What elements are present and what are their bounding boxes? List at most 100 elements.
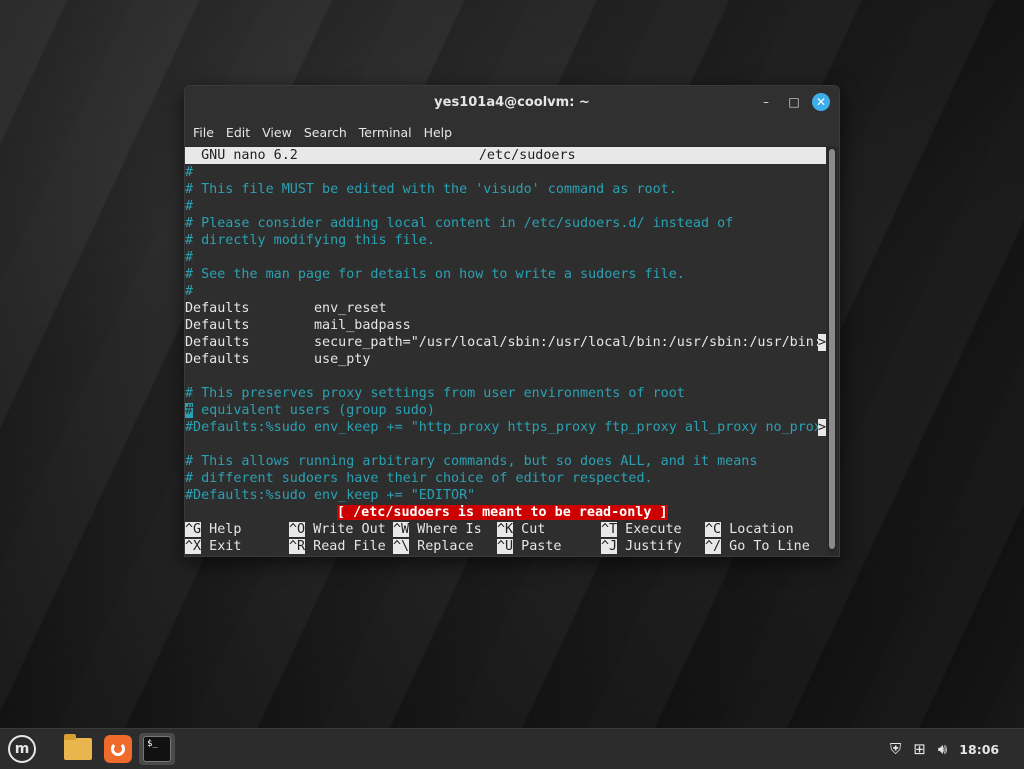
shortcut-label: Exit (201, 539, 242, 554)
shortcut-label: Read File (305, 539, 386, 554)
shortcut-label: Paste (513, 539, 562, 554)
line-text: # different sudoers have their choice of… (185, 471, 653, 486)
maximize-button[interactable]: □ (785, 93, 803, 111)
shortcut-label: Help (201, 522, 242, 537)
minimize-button[interactable]: – (757, 93, 775, 111)
terminal-content[interactable]: GNU nano 6.2/etc/sudoers # # This file MU… (185, 147, 826, 556)
shortcut-key: ^G (185, 522, 202, 537)
editor-buffer[interactable]: # # This file MUST be edited with the 'vi… (185, 164, 826, 504)
mint-menu-button[interactable]: m (4, 733, 40, 765)
shortcut-key: ^O (289, 522, 306, 537)
shortcut-row-1: ^G Help ^O Write Out ^W Where Is ^K Cut ^T E… (185, 521, 826, 538)
line-text: # (185, 284, 194, 299)
shortcut-item: ^/ Go To Line (705, 538, 810, 555)
line-text: # directly modifying this file. (185, 233, 435, 248)
terminal-window[interactable]: yes101a4@coolvm: ~ – □ ✕ File Edit View … (184, 85, 840, 557)
shortcut-item: ^T Execute (601, 521, 705, 538)
clock[interactable]: 18:06 (959, 742, 999, 757)
editor-line: #Defaults:%sudo env_keep += "EDITOR" (185, 487, 826, 504)
menu-search[interactable]: Search (298, 125, 353, 140)
files-launcher[interactable] (60, 733, 96, 765)
menu-edit[interactable]: Edit (220, 125, 256, 140)
editor-line: Defaults env_reset (185, 300, 826, 317)
shortcut-item: ^W Where Is (393, 521, 497, 538)
editor-line: Defaults use_pty (185, 351, 826, 368)
line-text: Defaults use_pty (185, 352, 371, 367)
editor-line: # (185, 283, 826, 300)
taskbar: m $_ ⛨ ⊞ 🔊︎ 18:06 (0, 728, 1024, 769)
volume-icon[interactable]: 🔊︎ (938, 740, 947, 758)
terminal-scrollbar[interactable] (828, 147, 836, 552)
line-text: Defaults mail_badpass (185, 318, 411, 333)
editor-line: # This preserves proxy settings from use… (185, 385, 826, 402)
editor-line: # See the man page for details on how to… (185, 266, 826, 283)
system-tray: ⛨ ⊞ 🔊︎ 18:06 (890, 729, 999, 769)
editor-line: # equivalent users (group sudo) (185, 402, 826, 419)
menu-view[interactable]: View (256, 125, 298, 140)
shortcut-key: ^X (185, 539, 202, 554)
scrollbar-thumb[interactable] (829, 149, 835, 549)
editor-line: # different sudoers have their choice of… (185, 470, 826, 487)
network-icon[interactable]: ⊞ (913, 740, 926, 758)
shortcut-item: ^X Exit (185, 538, 289, 555)
shortcut-item: ^G Help (185, 521, 289, 538)
terminal-icon: $_ (143, 736, 171, 762)
nano-filename: /etc/sudoers (478, 148, 576, 163)
updates-icon (104, 735, 132, 763)
shortcut-item: ^O Write Out (289, 521, 393, 538)
close-button[interactable]: ✕ (812, 93, 830, 111)
editor-line: Defaults secure_path="/usr/local/sbin:/u… (185, 334, 826, 351)
line-text: # (185, 250, 194, 265)
shortcut-item: ^C Location (705, 521, 809, 538)
shield-icon[interactable]: ⛨ (890, 740, 901, 758)
line-text: #Defaults:%sudo env_keep += "http_proxy … (185, 420, 822, 435)
editor-line: # This allows running arbitrary commands… (185, 453, 826, 470)
line-text: # See the man page for details on how to… (185, 267, 685, 282)
files-icon (64, 734, 92, 760)
nano-header: GNU nano 6.2/etc/sudoers (185, 147, 826, 164)
shortcut-row-2: ^X Exit ^R Read File ^\ Replace ^U Paste ^J … (185, 538, 826, 555)
shortcut-item: ^U Paste (497, 538, 601, 555)
line-overflow-marker: > (817, 419, 826, 436)
line-text: # This allows running arbitrary commands… (185, 454, 758, 469)
shortcut-item: ^R Read File (289, 538, 393, 555)
menu-help[interactable]: Help (418, 125, 459, 140)
shortcut-label: Where Is (409, 522, 482, 537)
line-text: # Please consider adding local content i… (185, 216, 734, 231)
nano-version: GNU nano 6.2 (185, 148, 298, 163)
line-text: # This file MUST be edited with the 'vis… (185, 182, 677, 197)
menu-terminal[interactable]: Terminal (353, 125, 418, 140)
line-text: Defaults secure_path="/usr/local/sbin:/u… (185, 335, 822, 350)
editor-line: # This file MUST be edited with the 'vis… (185, 181, 826, 198)
shortcut-label: Replace (409, 539, 474, 554)
shortcut-label: Location (721, 522, 794, 537)
shortcut-label: Write Out (305, 522, 386, 537)
mint-menu-icon: m (8, 735, 36, 763)
shortcut-item: ^K Cut (497, 521, 601, 538)
shortcut-label: Execute (617, 522, 682, 537)
shortcut-key: ^K (497, 522, 514, 537)
shortcut-label: Justify (617, 539, 682, 554)
editor-line: #Defaults:%sudo env_keep += "http_proxy … (185, 419, 826, 436)
shortcut-item: ^\ Replace (393, 538, 497, 555)
line-text: # This preserves proxy settings from use… (185, 386, 685, 401)
shortcut-item: ^J Justify (601, 538, 705, 555)
terminal-launcher[interactable]: $_ (139, 733, 175, 765)
editor-line: # (185, 198, 826, 215)
window-title: yes101a4@coolvm: ~ (434, 94, 590, 110)
shortcut-label: Go To Line (721, 539, 810, 554)
title-bar[interactable]: yes101a4@coolvm: ~ – □ ✕ (185, 86, 839, 118)
shortcut-key: ^C (705, 522, 722, 537)
editor-line: # (185, 249, 826, 266)
shortcut-label: Cut (513, 522, 546, 537)
editor-line: # Please consider adding local content i… (185, 215, 826, 232)
line-text: #Defaults:%sudo env_keep += "EDITOR" (185, 488, 476, 503)
status-line: [ /etc/sudoers is meant to be read-only … (185, 504, 826, 521)
shortcut-key: ^W (393, 522, 410, 537)
status-message: [ /etc/sudoers is meant to be read-only … (337, 505, 668, 520)
line-text: # (185, 199, 194, 214)
updates-launcher[interactable] (100, 733, 136, 765)
shortcut-key: ^U (497, 539, 514, 554)
menu-file[interactable]: File (187, 125, 220, 140)
